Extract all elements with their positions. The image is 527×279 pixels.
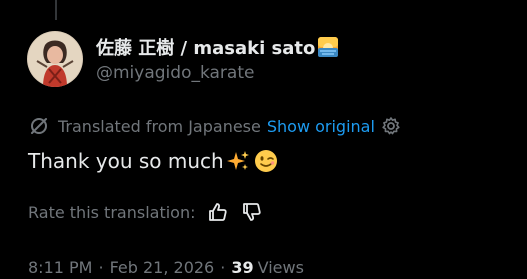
avatar[interactable] (27, 31, 83, 87)
meta-separator: · (98, 257, 104, 277)
translation-notice-row: Translated from Japanese Show original (28, 113, 401, 139)
views-count: 39 (231, 257, 254, 277)
tweet-text-content: Thank you so much (28, 149, 224, 173)
author-display-name[interactable]: 佐藤 正樹 / masaki sato (96, 34, 315, 60)
translate-off-icon (31, 118, 47, 134)
meta-separator: · (220, 257, 226, 277)
tweet-meta-row: 8:11 PM · Feb 21, 2026 · 39 Views (28, 255, 304, 279)
gear-icon[interactable] (381, 116, 401, 136)
avatar-illustration (27, 31, 83, 87)
sunrise-over-sea-emoji (318, 37, 339, 57)
sparkles-emoji (226, 151, 249, 170)
winking-face-emoji (254, 150, 277, 172)
tweet-time[interactable]: 8:11 PM (28, 258, 92, 277)
author-handle[interactable]: @miyagido_karate (96, 63, 254, 83)
views-label: Views (257, 257, 304, 277)
thread-connector-line (55, 0, 57, 20)
thumbs-up-icon[interactable] (207, 201, 229, 223)
rate-translation-row: Rate this translation: (28, 198, 263, 226)
tweet-date[interactable]: Feb 21, 2026 (110, 258, 215, 277)
author-name-row: 佐藤 正樹 / masaki sato (96, 33, 339, 61)
show-original-link[interactable]: Show original (267, 117, 375, 136)
thumbs-down-icon[interactable] (241, 201, 263, 223)
translation-notice-text: Translated from Japanese (58, 116, 261, 136)
rate-translation-label: Rate this translation: (28, 202, 196, 222)
tweet-text: Thank you so much (28, 145, 278, 177)
